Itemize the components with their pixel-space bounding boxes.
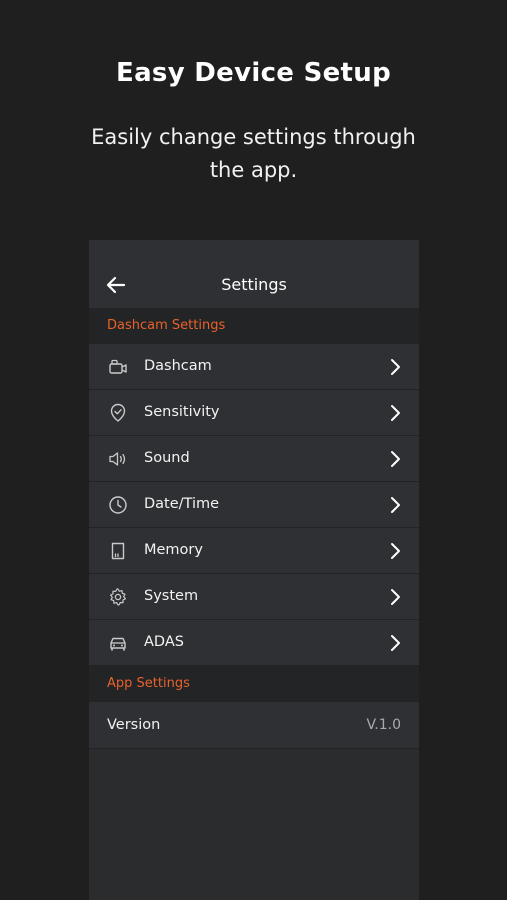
settings-item-label: Date/Time [144,496,220,512]
version-label: Version [107,717,161,733]
settings-item-system[interactable]: System [89,574,419,620]
gear-icon [108,587,128,607]
settings-item-label: Sound [144,450,190,466]
speaker-icon [108,449,128,469]
hero-subtitle: Easily change settings through the app. [91,125,416,182]
chevron-right-icon [390,588,402,606]
settings-screen: Settings Dashcam Settings Dashcam Sensit… [89,240,419,900]
car-icon [108,633,128,653]
camera-icon [108,357,128,377]
app-bar: Settings [89,240,419,308]
clock-icon [108,495,128,515]
settings-item-adas[interactable]: ADAS [89,620,419,666]
version-value: V.1.0 [366,717,402,733]
settings-item-label: System [144,588,199,604]
settings-item-dashcam[interactable]: Dashcam [89,344,419,390]
settings-item-datetime[interactable]: Date/Time [89,482,419,528]
page-title: Settings [221,275,287,294]
settings-item-memory[interactable]: Memory [89,528,419,574]
shield-check-icon [108,403,128,423]
settings-item-label: ADAS [144,634,184,650]
chevron-right-icon [390,358,402,376]
chevron-right-icon [390,634,402,652]
settings-item-sensitivity[interactable]: Sensitivity [89,390,419,436]
sd-card-icon [108,541,128,561]
chevron-right-icon [390,404,402,422]
section-header-dashcam: Dashcam Settings [89,308,419,344]
settings-item-sound[interactable]: Sound [89,436,419,482]
settings-item-label: Dashcam [144,358,212,374]
section-header-app: App Settings [89,666,419,702]
chevron-right-icon [390,450,402,468]
chevron-right-icon [390,496,402,514]
version-row: Version V.1.0 [89,702,419,749]
hero-title: Easy Device Setup [116,58,391,88]
chevron-right-icon [390,542,402,560]
settings-item-label: Sensitivity [144,404,220,420]
settings-item-label: Memory [144,542,203,558]
